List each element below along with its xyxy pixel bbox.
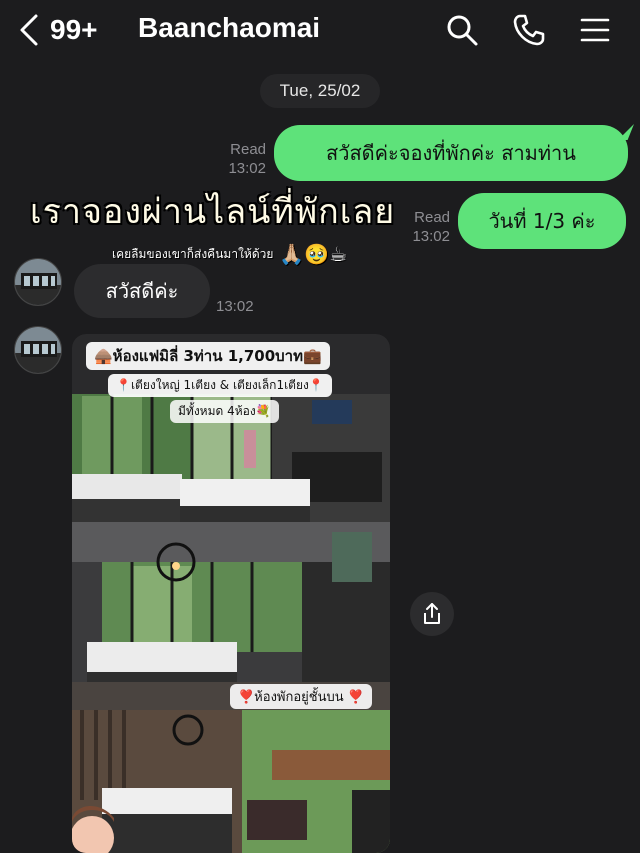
floor-info-label: ❣️ห้องพักอยู่ชั้นบน ❣️ xyxy=(230,684,372,709)
message-time: 13:02 xyxy=(412,228,450,245)
message-bubble-outgoing[interactable]: วันที่ 1/3 ค่ะ xyxy=(458,193,626,249)
avatar-image xyxy=(15,259,61,305)
back-button[interactable]: 99+ xyxy=(18,10,114,50)
phone-icon xyxy=(513,14,545,46)
avatar-image xyxy=(15,327,61,373)
menu-button[interactable] xyxy=(575,10,615,50)
chat-title: Baanchaomai xyxy=(138,12,321,43)
share-icon xyxy=(424,603,440,624)
back-chevron-icon xyxy=(20,14,38,46)
overlay-subtext: เคยลืมของเขาก็ส่งคืนมาให้ด้วย xyxy=(112,246,274,261)
read-status: Read xyxy=(230,141,266,158)
overlay-caption: เคยลืมของเขาก็ส่งคืนมาให้ด้วย 🙏🏼🥹☕ xyxy=(112,242,347,266)
overlay-emoji: 🙏🏼🥹☕ xyxy=(279,242,348,266)
message-meta: Read 13:02 xyxy=(398,208,450,246)
call-button[interactable] xyxy=(509,10,549,50)
overlay-headline: เราจองผ่านไลน์ที่พักเลย xyxy=(30,192,396,232)
unread-count: 99+ xyxy=(50,14,98,45)
menu-icon xyxy=(580,18,610,42)
room-photo-2-image xyxy=(72,522,390,710)
room-photo-2: ❣️ห้องพักอยู่ชั้นบน ❣️ xyxy=(72,522,390,710)
message-text: สวัสดีค่ะจองที่พักค่ะ สามท่าน xyxy=(326,141,576,165)
message-text: วันที่ 1/3 ค่ะ xyxy=(488,209,596,233)
message-meta: Read 13:02 xyxy=(214,140,266,178)
avatar[interactable] xyxy=(14,258,62,306)
search-icon xyxy=(447,15,478,46)
photo-message[interactable]: 🛖ห้องแฟมิลี่ 3ท่าน 1,700บาท💼 📍เตียงใหญ่ … xyxy=(72,334,390,853)
room-count-label: มีทั้งหมด 4ห้อง💐 xyxy=(170,400,279,423)
chat-header: 99+ Baanchaomai xyxy=(0,0,640,60)
room-photo-3 xyxy=(72,710,390,853)
message-bubble-outgoing[interactable]: สวัสดีค่ะจองที่พักค่ะ สามท่าน xyxy=(274,125,628,181)
message-text: สวัสดีค่ะ xyxy=(105,279,179,303)
message-time: 13:02 xyxy=(216,298,254,315)
search-button[interactable] xyxy=(442,10,482,50)
read-status: Read xyxy=(414,209,450,226)
room-photo-1: 🛖ห้องแฟมิลี่ 3ท่าน 1,700บาท💼 📍เตียงใหญ่ … xyxy=(72,334,390,522)
bed-info-label: 📍เตียงใหญ่ 1เตียง & เตียงเล็ก1เตียง📍 xyxy=(108,374,332,397)
message-time: 13:02 xyxy=(228,160,266,177)
date-divider: Tue, 25/02 xyxy=(260,74,380,108)
room-photo-3-image xyxy=(72,710,390,853)
room-type-label: 🛖ห้องแฟมิลี่ 3ท่าน 1,700บาท💼 xyxy=(86,342,330,370)
message-bubble-incoming[interactable]: สวัสดีค่ะ xyxy=(74,264,210,318)
share-button[interactable] xyxy=(410,592,454,636)
avatar[interactable] xyxy=(14,326,62,374)
